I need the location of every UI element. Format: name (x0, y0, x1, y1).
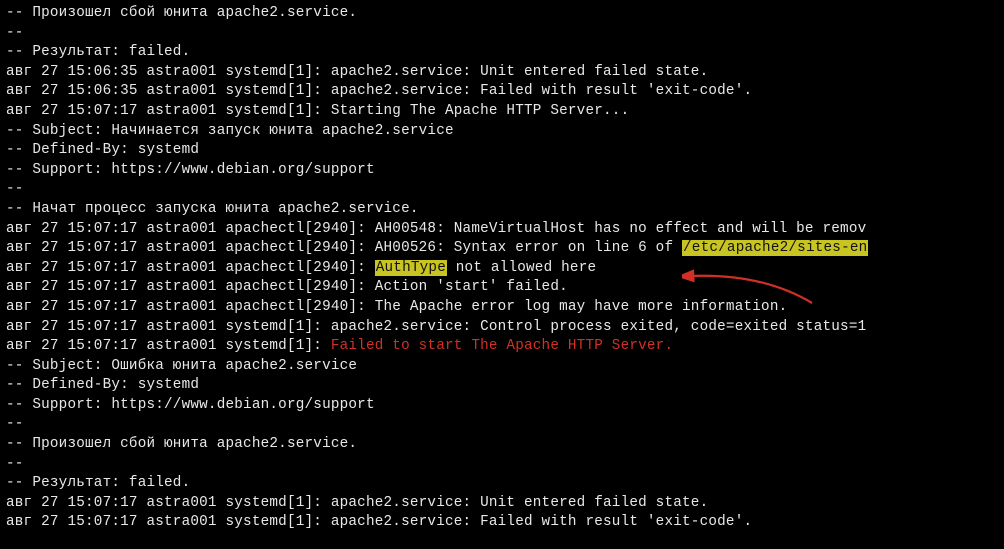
log-line: -- (6, 181, 24, 197)
log-line: -- Результат: failed. (6, 44, 190, 60)
log-text: -- (6, 456, 24, 472)
log-text: -- Subject: Начинается запуск юнита apac… (6, 123, 454, 139)
log-line: -- Результат: failed. (6, 475, 190, 491)
log-line: авг 27 15:07:17 astra001 systemd[1]: apa… (6, 319, 866, 335)
log-text: авг 27 15:07:17 astra001 systemd[1]: apa… (6, 514, 752, 530)
log-text: -- Support: https://www.debian.org/suppo… (6, 162, 375, 178)
error-text: Failed to start The Apache HTTP Server. (331, 338, 673, 354)
log-line: авг 27 15:06:35 astra001 systemd[1]: apa… (6, 83, 752, 99)
log-text: -- Defined-By: systemd (6, 142, 199, 158)
log-line: авг 27 15:07:17 astra001 apachectl[2940]… (6, 279, 568, 295)
log-text: авг 27 15:07:17 astra001 apachectl[2940]… (6, 240, 682, 256)
log-text: авг 27 15:06:35 astra001 systemd[1]: apa… (6, 64, 708, 80)
log-line: авг 27 15:07:17 astra001 systemd[1]: apa… (6, 495, 708, 511)
log-text: -- Результат: failed. (6, 475, 190, 491)
log-text: -- (6, 181, 24, 197)
log-line: -- Defined-By: systemd (6, 377, 199, 393)
log-line: -- Defined-By: systemd (6, 142, 199, 158)
log-text: авг 27 15:07:17 astra001 systemd[1]: apa… (6, 495, 708, 511)
log-line: авг 27 15:07:17 astra001 systemd[1]: Sta… (6, 103, 629, 119)
log-line: -- Subject: Ошибка юнита apache2.service (6, 358, 357, 374)
log-line: -- Support: https://www.debian.org/suppo… (6, 162, 375, 178)
log-line: -- Произошел сбой юнита apache2.service. (6, 5, 357, 21)
log-text: -- Начат процесс запуска юнита apache2.s… (6, 201, 419, 217)
log-text: -- Support: https://www.debian.org/suppo… (6, 397, 375, 413)
log-text: not allowed here (447, 260, 596, 276)
log-line: -- Произошел сбой юнита apache2.service. (6, 436, 357, 452)
log-text: авг 27 15:07:17 astra001 systemd[1]: (6, 338, 331, 354)
log-line: -- (6, 416, 24, 432)
log-text: авг 27 15:06:35 astra001 systemd[1]: apa… (6, 83, 752, 99)
log-line: авг 27 15:07:17 astra001 apachectl[2940]… (6, 221, 866, 237)
log-line: -- (6, 456, 24, 472)
log-text: -- Результат: failed. (6, 44, 190, 60)
log-text: -- Произошел сбой юнита apache2.service. (6, 436, 357, 452)
log-line: авг 27 15:07:17 astra001 apachectl[2940]… (6, 260, 596, 276)
log-line: -- Subject: Начинается запуск юнита apac… (6, 123, 454, 139)
log-text: авг 27 15:07:17 astra001 systemd[1]: apa… (6, 319, 866, 335)
log-line: авг 27 15:07:17 astra001 apachectl[2940]… (6, 299, 787, 315)
highlight-text: /etc/apache2/sites-en (682, 240, 868, 256)
highlight-text: AuthType (375, 260, 447, 276)
log-line: авг 27 15:07:17 astra001 systemd[1]: Fai… (6, 338, 673, 354)
log-text: авг 27 15:07:17 astra001 apachectl[2940]… (6, 260, 375, 276)
log-text: авг 27 15:07:17 astra001 apachectl[2940]… (6, 221, 866, 237)
log-line: -- Support: https://www.debian.org/suppo… (6, 397, 375, 413)
log-line: -- Начат процесс запуска юнита apache2.s… (6, 201, 419, 217)
log-line: -- (6, 25, 24, 41)
log-line: авг 27 15:07:17 astra001 apachectl[2940]… (6, 240, 868, 256)
log-text: авг 27 15:07:17 astra001 systemd[1]: Sta… (6, 103, 629, 119)
log-text: авг 27 15:07:17 astra001 apachectl[2940]… (6, 299, 787, 315)
log-line: авг 27 15:06:35 astra001 systemd[1]: apa… (6, 64, 708, 80)
terminal-output: -- Произошел сбой юнита apache2.service.… (0, 0, 1004, 537)
log-text: -- (6, 25, 24, 41)
log-text: -- (6, 416, 24, 432)
log-text: авг 27 15:07:17 astra001 apachectl[2940]… (6, 279, 568, 295)
log-line: авг 27 15:07:17 astra001 systemd[1]: apa… (6, 514, 752, 530)
log-text: -- Subject: Ошибка юнита apache2.service (6, 358, 357, 374)
log-text: -- Defined-By: systemd (6, 377, 199, 393)
log-text: -- Произошел сбой юнита apache2.service. (6, 5, 357, 21)
